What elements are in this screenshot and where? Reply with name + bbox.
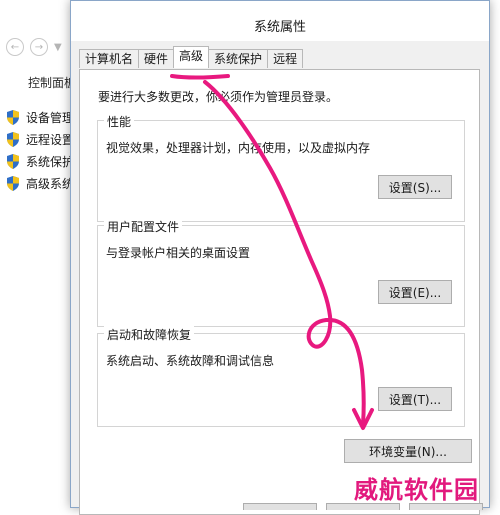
performance-group-title: 性能	[104, 113, 135, 130]
performance-group: 性能 视觉效果，处理器计划，内存使用，以及虚拟内存 设置(S)...	[97, 113, 465, 222]
tab-remote[interactable]: 远程	[267, 49, 304, 68]
watermark-text: 威航软件园	[354, 475, 479, 504]
shield-icon	[7, 109, 19, 125]
startup-recovery-group-title: 启动和故障恢复	[104, 326, 195, 343]
performance-description: 视觉效果，处理器计划，内存使用，以及虚拟内存	[106, 141, 371, 155]
performance-settings-button[interactable]: 设置(S)...	[378, 175, 452, 199]
advanced-system-label: 高级系统	[26, 176, 75, 191]
dialog-title: 系统属性	[253, 19, 306, 35]
navigation-bar: ← → ▼	[6, 36, 62, 58]
tab-advanced[interactable]: 高级	[173, 46, 210, 68]
user-profiles-description: 与登录帐户相关的桌面设置	[106, 246, 251, 260]
system-properties-dialog: 系统属性 计算机名 硬件 高级 系统保护 远程 要进行大多数更改，你必须作为管理…	[70, 0, 490, 515]
admin-note: 要进行大多数更改，你必须作为管理员登录。	[98, 90, 339, 104]
advanced-system-link[interactable]: 高级系统	[6, 172, 74, 194]
system-protection-link[interactable]: 系统保护	[6, 150, 74, 172]
forward-arrow-icon[interactable]: →	[30, 38, 48, 56]
system-task-links: 设备管理 远程设置 系统保护 高级系统	[6, 106, 74, 194]
shield-icon	[7, 153, 19, 169]
tab-strip: 计算机名 硬件 高级 系统保护 远程	[79, 46, 304, 69]
back-arrow-icon[interactable]: ←	[6, 38, 24, 56]
dialog-titlebar[interactable]: 系统属性	[71, 1, 489, 41]
environment-variables-button[interactable]: 环境变量(N)...	[344, 439, 472, 463]
user-profiles-settings-button[interactable]: 设置(E)...	[378, 280, 452, 304]
tab-hardware[interactable]: 硬件	[138, 49, 175, 68]
shield-icon	[7, 131, 19, 147]
control-panel-home-link[interactable]: 控制面板	[28, 74, 76, 91]
shield-icon	[7, 175, 19, 191]
chevron-down-icon[interactable]: ▼	[54, 42, 62, 53]
device-manager-link[interactable]: 设备管理	[6, 106, 74, 128]
tab-computer-name[interactable]: 计算机名	[79, 49, 140, 68]
startup-recovery-settings-button[interactable]: 设置(T)...	[378, 387, 452, 411]
system-protection-label: 系统保护	[26, 154, 75, 169]
ok-button-edge[interactable]	[243, 503, 317, 510]
startup-recovery-description: 系统启动、系统故障和调试信息	[106, 354, 275, 368]
tab-system-protection[interactable]: 系统保护	[208, 49, 269, 68]
user-profiles-group: 用户配置文件 与登录帐户相关的桌面设置 设置(E)...	[97, 218, 465, 327]
user-profiles-group-title: 用户配置文件	[104, 218, 183, 235]
remote-settings-link[interactable]: 远程设置	[6, 128, 74, 150]
startup-recovery-group: 启动和故障恢复 系统启动、系统故障和调试信息 设置(T)...	[97, 326, 465, 427]
remote-settings-label: 远程设置	[26, 132, 75, 147]
device-manager-label: 设备管理	[26, 110, 75, 125]
advanced-tab-panel: 要进行大多数更改，你必须作为管理员登录。 性能 视觉效果，处理器计划，内存使用，…	[79, 69, 480, 515]
